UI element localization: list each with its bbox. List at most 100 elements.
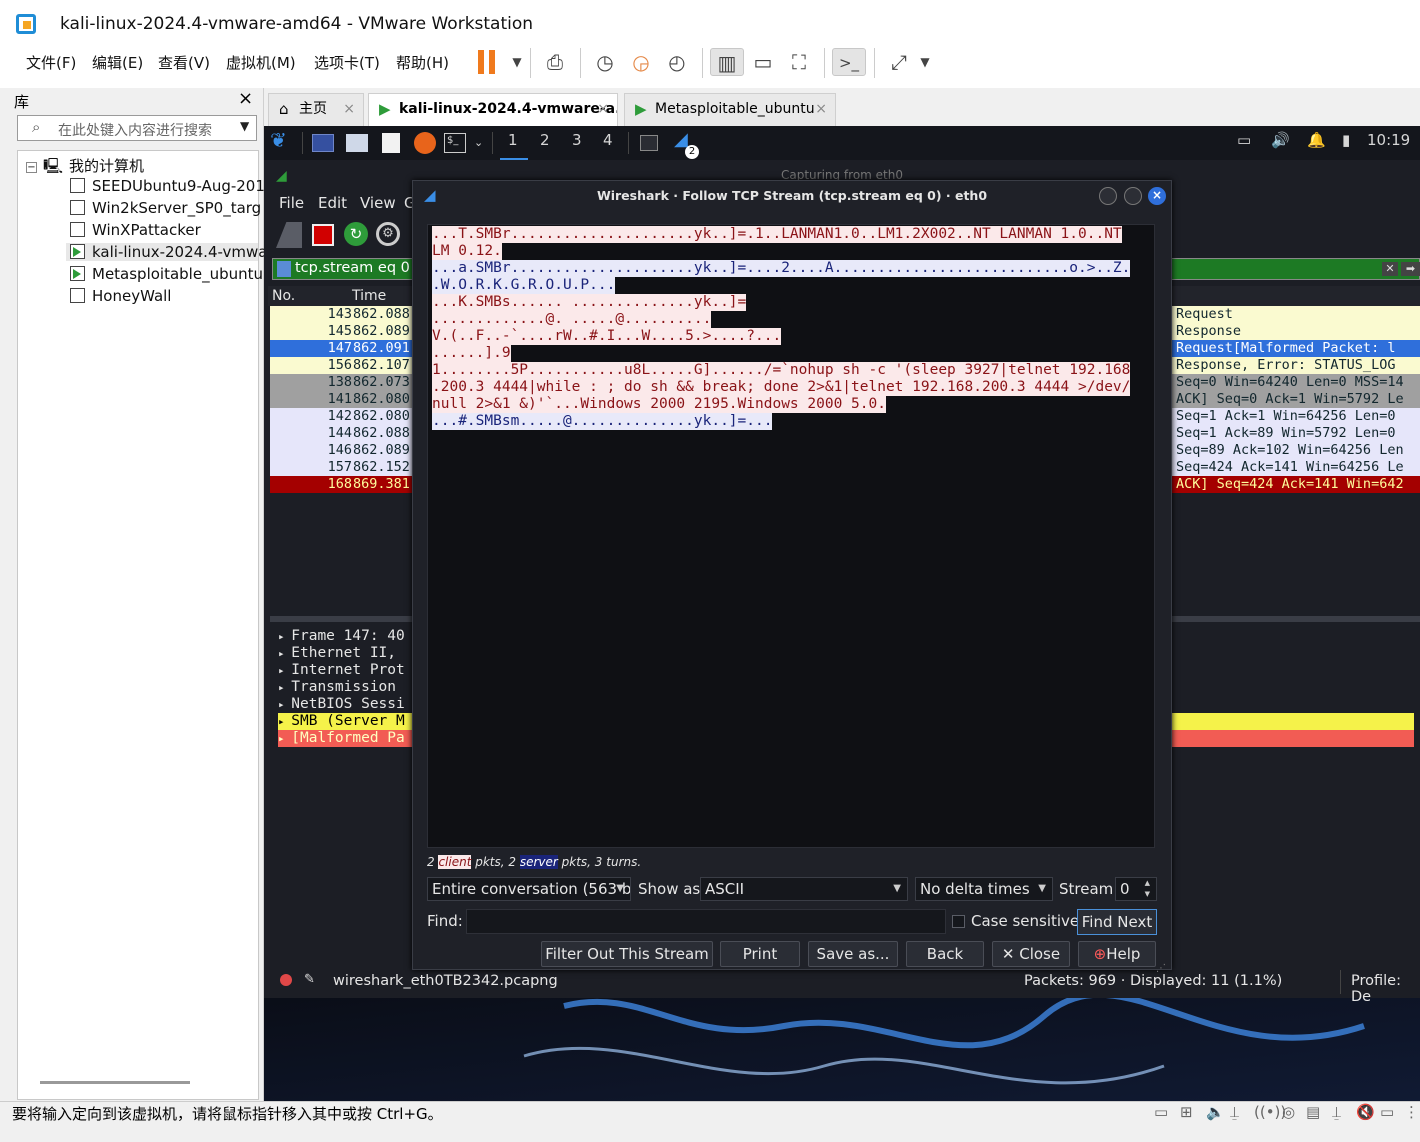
tree-item-metasploitable[interactable]: Metasploitable_ubuntu <box>70 265 263 283</box>
profile[interactable]: Profile: De <box>1351 973 1420 1005</box>
filter-out-stream-button[interactable]: Filter Out This Stream <box>541 941 713 967</box>
display2-icon[interactable]: ▭ <box>1380 1103 1394 1121</box>
usb2-icon[interactable]: ⍊ <box>1332 1103 1341 1121</box>
display-icon[interactable]: ▭ <box>1237 131 1251 149</box>
col-time[interactable]: Time <box>352 288 386 304</box>
ws-menu-file[interactable]: File <box>279 194 304 212</box>
menu-edit[interactable]: 编辑(E) <box>92 52 143 73</box>
menu-view[interactable]: 查看(V) <box>158 52 210 73</box>
tree-item-kali[interactable]: kali-linux-2024.4-vmwa <box>66 243 267 261</box>
expand-arrow-icon[interactable]: ▸ <box>278 664 291 677</box>
save-as-button[interactable]: Save as... <box>808 941 898 967</box>
fullscreen-icon[interactable]: ⛶ <box>782 48 816 76</box>
ws-menu-view[interactable]: View <box>360 194 396 212</box>
library-hscrollbar[interactable] <box>40 1081 190 1084</box>
expand-arrow-icon[interactable]: ▸ <box>278 698 291 711</box>
pause-dropdown-icon[interactable]: ▼ <box>500 48 534 76</box>
pause-icon[interactable] <box>478 50 498 74</box>
delta-times-select[interactable]: No delta times ▼ <box>915 877 1053 901</box>
window-button-terminal[interactable] <box>640 135 658 151</box>
printer-icon[interactable]: ▤ <box>1306 1103 1320 1121</box>
case-sensitive-checkbox[interactable] <box>952 915 965 928</box>
tree-item-honeywall[interactable]: HoneyWall <box>70 287 171 305</box>
col-no[interactable]: No. <box>272 288 295 304</box>
menu-tabs[interactable]: 选项卡(T) <box>314 52 380 73</box>
console-view-icon[interactable]: >_ <box>832 48 866 76</box>
stretch-dropdown-icon[interactable]: ▼ <box>908 48 942 76</box>
show-as-select[interactable]: ASCII ▼ <box>700 877 908 901</box>
text-editor-icon[interactable] <box>382 133 400 153</box>
expand-arrow-icon[interactable]: ▸ <box>278 715 291 728</box>
file-manager-icon[interactable] <box>346 134 368 152</box>
notifications-icon[interactable]: 🔔 <box>1307 131 1326 149</box>
print-button[interactable]: Print <box>720 941 800 967</box>
usb-icon[interactable]: ⍊ <box>1230 1103 1239 1121</box>
snapshot-icon[interactable]: ◷ <box>588 48 622 76</box>
menu-file[interactable]: 文件(F) <box>26 52 76 73</box>
firefox-icon[interactable] <box>414 132 436 154</box>
workspace-2[interactable]: 2 <box>540 131 550 149</box>
show-desktop-icon[interactable] <box>312 134 334 152</box>
detail-row[interactable]: ▸ Internet Prot <box>278 662 405 679</box>
find-next-button[interactable]: Find Next <box>1077 909 1157 935</box>
more-icon[interactable]: ⋮ <box>1404 1103 1419 1121</box>
cdrom-icon[interactable]: ◎ <box>1282 1103 1295 1121</box>
bookmark-icon[interactable] <box>277 261 291 277</box>
case-sensitive-label[interactable]: Case sensitive <box>971 912 1079 930</box>
maximize-button[interactable] <box>1124 187 1142 205</box>
detail-row[interactable]: ▸ Ethernet II, <box>278 645 396 662</box>
display-filter-text[interactable]: tcp.stream eq 0 <box>295 260 410 276</box>
tab-home[interactable]: ⌂ 主页 × <box>268 93 364 126</box>
library-view-icon[interactable]: ▥ <box>710 48 744 76</box>
collapse-icon[interactable]: − <box>26 162 37 173</box>
network-icon[interactable]: ⊞ <box>1180 1103 1193 1121</box>
revert-snapshot-icon[interactable]: ◶ <box>624 48 658 76</box>
close-button[interactable]: ✕ Close <box>992 941 1070 967</box>
terminal-icon[interactable]: $_ <box>444 133 466 153</box>
battery-icon[interactable]: ▮ <box>1342 131 1350 149</box>
tab-close-icon[interactable]: × <box>815 94 827 124</box>
capture-options-icon[interactable]: ⚙ <box>376 222 400 246</box>
spin-arrows-icon[interactable]: ▲ ▼ <box>1145 878 1150 900</box>
send-ctrl-alt-del-icon[interactable]: ⎙ <box>538 48 572 76</box>
help-button[interactable]: ⊕Help <box>1078 941 1156 967</box>
tree-item-winxpattacker[interactable]: WinXPattacker <box>70 221 201 239</box>
hdd-icon[interactable]: ▭ <box>1154 1103 1168 1121</box>
dialog-close-icon[interactable]: × <box>1148 187 1166 205</box>
library-search-input[interactable]: ⌕ 在此处键入内容进行搜索 ▼ <box>17 115 257 141</box>
workspace-3[interactable]: 3 <box>572 131 582 149</box>
apply-filter-icon[interactable]: ➡ <box>1401 262 1420 276</box>
snapshot-manager-icon[interactable]: ◴ <box>660 48 694 76</box>
comment-icon[interactable]: ✎ <box>304 972 315 987</box>
library-close-icon[interactable]: × <box>238 88 253 109</box>
tab-close-icon[interactable]: × <box>343 94 355 124</box>
stop-capture-icon[interactable] <box>312 224 334 246</box>
stream-spinbox[interactable]: 0 ▲ ▼ <box>1115 877 1157 901</box>
search-dropdown-icon[interactable]: ▼ <box>240 119 249 133</box>
conversation-select[interactable]: Entire conversation (563 by ▼ <box>427 877 631 901</box>
tree-item-win2kserver[interactable]: Win2kServer_SP0_targ <box>70 199 261 217</box>
find-input[interactable] <box>466 909 946 934</box>
clock[interactable]: 10:19 <box>1367 131 1410 149</box>
tab-kali[interactable]: ▶ kali-linux-2024.4-vmware-a... × <box>368 93 618 126</box>
thumbnail-view-icon[interactable]: ▭ <box>746 48 780 76</box>
expand-arrow-icon[interactable]: ▸ <box>278 630 291 643</box>
menu-help[interactable]: 帮助(H) <box>396 52 449 73</box>
kali-menu-icon[interactable]: ❦ <box>270 128 287 152</box>
detail-row[interactable]: ▸ Transmission <box>278 679 396 696</box>
expand-arrow-icon[interactable]: ▸ <box>278 681 291 694</box>
workspace-1[interactable]: 1 <box>508 131 518 149</box>
menu-vm[interactable]: 虚拟机(M) <box>226 52 296 73</box>
resize-grip-icon[interactable]: ⋰ <box>1156 963 1166 974</box>
workspace-4[interactable]: 4 <box>603 131 613 149</box>
clear-filter-icon[interactable]: ✕ <box>1382 262 1398 276</box>
restart-capture-icon[interactable]: ↻ <box>344 222 368 246</box>
back-button[interactable]: Back <box>906 941 984 967</box>
ws-menu-edit[interactable]: Edit <box>318 194 347 212</box>
minimize-button[interactable] <box>1099 187 1117 205</box>
expand-arrow-icon[interactable]: ▸ <box>278 647 291 660</box>
detail-row[interactable]: ▸ Frame 147: 40 <box>278 628 405 645</box>
tree-item-seedubuntu[interactable]: SEEDUbuntu9-Aug-201 <box>70 177 265 195</box>
detail-row[interactable]: ▸ NetBIOS Sessi <box>278 696 405 713</box>
terminal-dropdown-icon[interactable]: ⌄ <box>474 136 483 149</box>
